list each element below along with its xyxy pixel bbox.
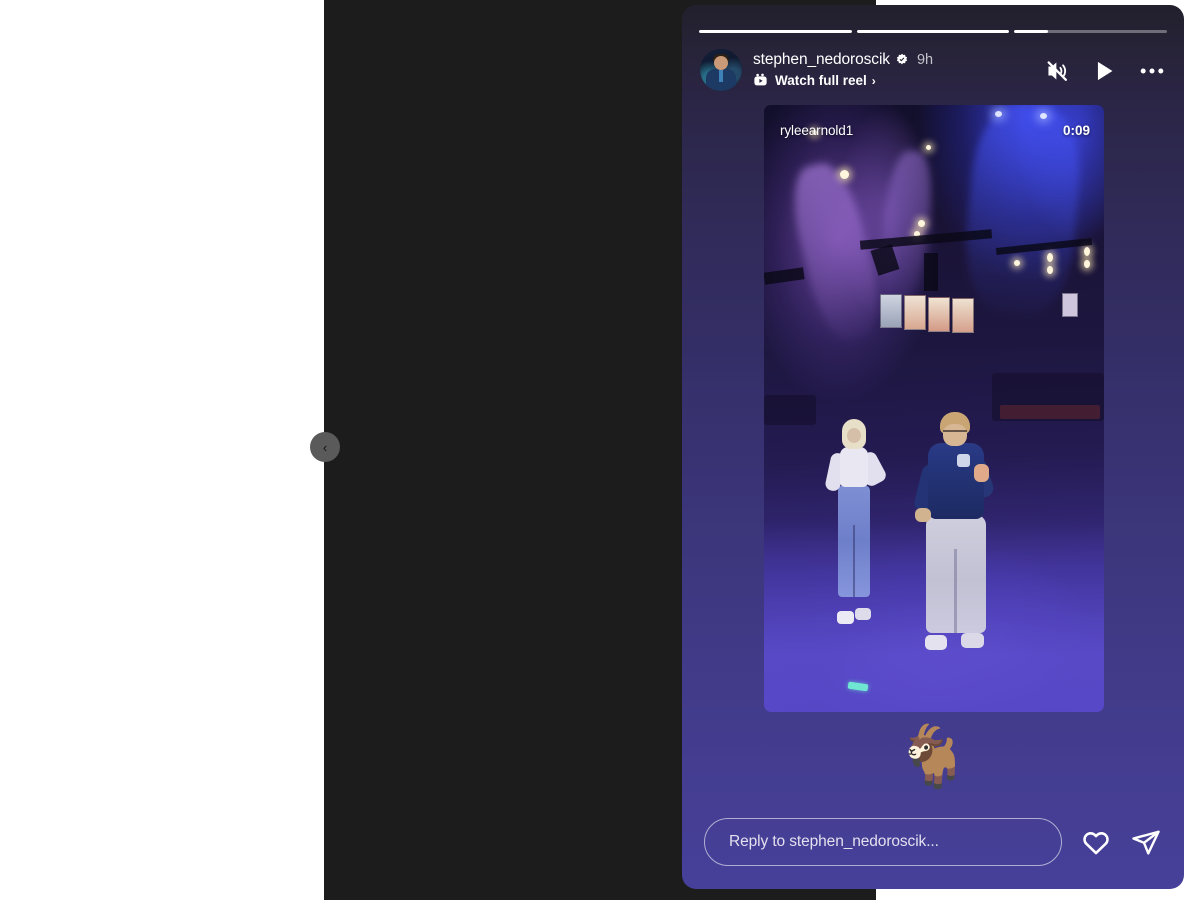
dancer-man-left-hand bbox=[915, 508, 931, 522]
embedded-reel-video[interactable]: ryleearnold1 0:09 bbox=[764, 105, 1104, 712]
play-icon[interactable] bbox=[1091, 58, 1117, 84]
reel-author-username[interactable]: ryleearnold1 bbox=[780, 123, 853, 138]
stage-lamp bbox=[1084, 260, 1090, 268]
previous-story-chevron-icon: ‹ bbox=[322, 439, 328, 455]
dancer-man-sweatpants bbox=[926, 515, 986, 633]
stage-lamp bbox=[1040, 113, 1047, 119]
avatar[interactable] bbox=[700, 49, 742, 91]
watch-full-reel-label: Watch full reel bbox=[775, 73, 867, 88]
progress-segment-2[interactable] bbox=[856, 30, 1010, 33]
progress-fill-1 bbox=[699, 30, 852, 33]
wall-poster bbox=[904, 295, 926, 330]
progress-segment-1[interactable] bbox=[699, 30, 852, 33]
watch-full-reel-link[interactable]: Watch full reel › bbox=[753, 73, 933, 88]
story-progress-bars bbox=[699, 30, 1168, 34]
paper-plane-icon[interactable] bbox=[1130, 826, 1162, 858]
stage-lamp bbox=[995, 111, 1002, 117]
heart-icon[interactable] bbox=[1080, 826, 1112, 858]
stage-truss bbox=[924, 253, 938, 291]
reply-input[interactable]: Reply to stephen_nedoroscik... bbox=[704, 818, 1062, 866]
dancer-woman-jeans bbox=[838, 485, 870, 597]
stage-lamp bbox=[1047, 253, 1053, 262]
reply-input-placeholder: Reply to stephen_nedoroscik... bbox=[729, 833, 939, 850]
story-card[interactable]: stephen_nedoroscik 9h Watch full reel › … bbox=[682, 5, 1184, 889]
stage-lamp bbox=[840, 170, 849, 179]
stage-lamp bbox=[1014, 260, 1020, 266]
dancer-woman-face bbox=[847, 428, 861, 443]
goat-emoji: 🐐 bbox=[895, 722, 971, 792]
arena-seating bbox=[764, 395, 816, 425]
dancer-man-left-shoe bbox=[925, 635, 947, 650]
dancer-woman-right-shoe bbox=[855, 608, 871, 620]
progress-segment-3[interactable] bbox=[1014, 30, 1168, 33]
dancer-man-right-shoe bbox=[961, 633, 984, 648]
wall-poster bbox=[1062, 293, 1078, 317]
story-header: stephen_nedoroscik 9h Watch full reel › bbox=[700, 47, 1168, 99]
story-header-actions bbox=[1044, 47, 1168, 84]
stage-lamp bbox=[918, 220, 925, 227]
wall-poster bbox=[928, 297, 950, 332]
dancer-woman-left-shoe bbox=[837, 611, 854, 624]
wall-poster bbox=[952, 298, 974, 333]
stage-lamp bbox=[1047, 266, 1053, 274]
avatar-lanyard bbox=[719, 70, 723, 82]
dancer-man-glasses bbox=[943, 430, 967, 438]
avatar-face bbox=[714, 56, 728, 70]
dancer-man-sweatshirt-logo bbox=[957, 454, 970, 467]
reels-icon bbox=[754, 73, 767, 86]
story-viewer-backdrop: ‹ stephen_nedoroscik 9h Watch full reel … bbox=[310, 0, 1184, 900]
arena-seating bbox=[1000, 405, 1100, 419]
story-author-line: stephen_nedoroscik 9h bbox=[753, 49, 933, 70]
dancer-man bbox=[912, 412, 998, 650]
author-username[interactable]: stephen_nedoroscik bbox=[753, 51, 890, 69]
previous-story-button[interactable]: ‹ bbox=[310, 432, 340, 462]
more-horizontal-icon[interactable] bbox=[1138, 58, 1166, 84]
dancer-man-right-hand bbox=[974, 464, 989, 482]
dancer-man-sweatshirt bbox=[928, 443, 984, 519]
chevron-right-icon: › bbox=[871, 73, 876, 88]
story-timestamp: 9h bbox=[916, 51, 934, 68]
progress-fill-2 bbox=[856, 30, 1010, 33]
verified-badge-icon bbox=[896, 53, 908, 64]
progress-fill-3 bbox=[1014, 30, 1048, 33]
speaker-muted-icon[interactable] bbox=[1044, 58, 1070, 84]
reel-duration: 0:09 bbox=[1062, 123, 1090, 138]
wall-poster bbox=[880, 294, 902, 328]
dancer-woman-crop-top bbox=[840, 447, 868, 487]
story-header-text: stephen_nedoroscik 9h Watch full reel › bbox=[753, 47, 933, 89]
stage-lamp bbox=[926, 145, 931, 150]
dancer-woman bbox=[824, 419, 889, 624]
stage-lamp bbox=[1084, 247, 1090, 256]
story-reply-bar: Reply to stephen_nedoroscik... bbox=[704, 817, 1162, 867]
